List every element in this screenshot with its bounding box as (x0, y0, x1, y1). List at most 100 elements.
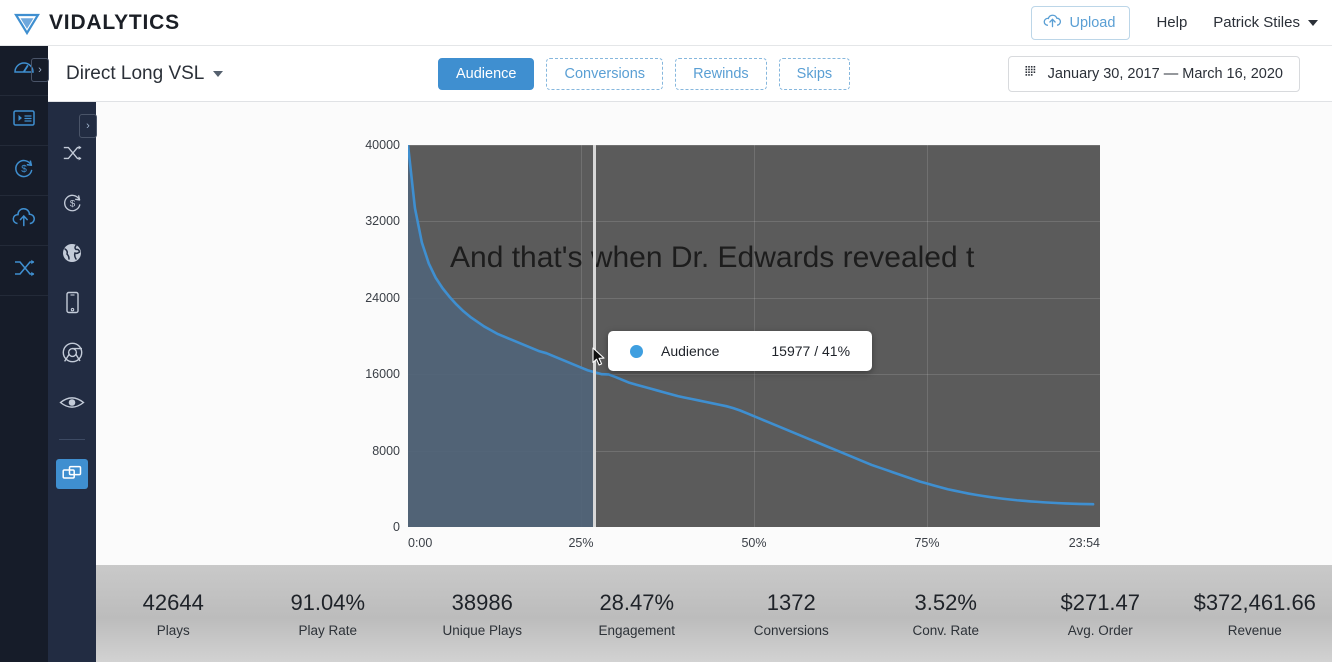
tooltip-series-value: 15977 / 41% (771, 343, 851, 359)
stat-value: 1372 (766, 589, 816, 615)
svg-text:$: $ (69, 198, 75, 209)
stat-cell: 3.52% Conv. Rate (869, 590, 1024, 638)
expand-primary-rail-button[interactable]: › (31, 58, 49, 82)
mobile-device-icon (65, 291, 80, 319)
dollar-refresh-icon: $ (61, 191, 84, 219)
x-axis-tick: 25% (568, 536, 594, 550)
y-axis-tick: 16000 (365, 367, 400, 382)
x-axis-tick: 23:54 (1068, 536, 1100, 550)
cloud-upload-icon (11, 207, 37, 234)
brand-name: VIDALYTICS (49, 10, 180, 34)
calendar-grid-icon (1025, 65, 1039, 83)
sidebar-item-revenue[interactable]: $ (0, 146, 48, 196)
metric-tabs: Audience Conversions Rewinds Skips (438, 57, 851, 90)
stat-cell: $372,461.66 Revenue (1178, 590, 1332, 638)
eye-icon (59, 394, 85, 416)
date-range-label: January 30, 2017 — March 16, 2020 (1047, 65, 1283, 82)
stat-cell: 1372 Conversions (714, 590, 869, 638)
chevron-right-icon: › (38, 64, 42, 76)
cloud-upload-icon (1043, 13, 1062, 33)
secondary-nav-rail: $ (48, 102, 96, 662)
y-axis-labels: 0 8000 16000 24000 32000 40000 (96, 102, 408, 542)
sidebar-item-revenue[interactable]: $ (48, 180, 96, 230)
browser-chrome-icon (61, 341, 84, 369)
sidebar-item-upload[interactable] (0, 196, 48, 246)
stat-label: Unique Plays (442, 622, 523, 638)
stat-label: Conv. Rate (912, 622, 980, 638)
top-bar-actions: Upload Help Patrick Stiles (1031, 5, 1318, 40)
help-link[interactable]: Help (1156, 14, 1187, 31)
stat-label: Conversions (753, 622, 829, 638)
chart-plot-area[interactable]: And that's when Dr. Edwards revealed t A… (408, 145, 1100, 527)
tooltip-series-label: Audience (661, 343, 720, 359)
tab-rewinds[interactable]: Rewinds (675, 57, 767, 90)
stat-label: Avg. Order (1067, 622, 1133, 638)
chevron-down-icon (213, 70, 224, 77)
rail-divider (59, 439, 85, 440)
dollar-refresh-icon: $ (12, 156, 36, 185)
app-root: VIDALYTICS Upload Help Patrick Stiles $ … (0, 0, 1332, 662)
stat-cell: $271.47 Avg. Order (1023, 590, 1178, 638)
tooltip-series-dot (630, 344, 643, 358)
shuffle-icon (12, 257, 36, 284)
x-axis-tick: 50% (741, 536, 767, 550)
user-menu-label: Patrick Stiles (1213, 14, 1300, 31)
sidebar-item-videos[interactable] (0, 96, 48, 146)
x-axis-labels: 0:00 25% 50% 75% 23:54 (408, 536, 1100, 562)
chart-tooltip: Audience 15977 / 41% (608, 331, 873, 371)
upload-button[interactable]: Upload (1031, 5, 1131, 40)
x-axis-tick: 75% (914, 536, 940, 550)
video-playlist-icon (12, 107, 36, 134)
x-axis-tick: 0:00 (408, 536, 433, 550)
expand-secondary-rail-button[interactable]: › (79, 114, 97, 138)
stat-cell: 28.47% Engagement (560, 590, 715, 638)
audience-retention-chart: 0 8000 16000 24000 32000 40000 And that's whe… (96, 102, 1332, 562)
y-axis-tick: 24000 (365, 290, 400, 305)
y-axis-tick: 40000 (365, 138, 400, 152)
tab-audience[interactable]: Audience (438, 57, 535, 90)
sidebar-item-compare[interactable] (48, 449, 96, 499)
globe-icon (61, 242, 83, 269)
chevron-right-icon: › (86, 120, 90, 132)
brand-logo[interactable]: VIDALYTICS (14, 10, 180, 36)
sidebar-item-split-test[interactable] (0, 246, 48, 296)
stat-value: 3.52% (914, 589, 977, 615)
y-axis-tick: 32000 (365, 214, 400, 229)
tab-conversions[interactable]: Conversions (546, 57, 664, 90)
upload-button-label: Upload (1069, 14, 1116, 31)
y-axis-tick: 8000 (372, 443, 400, 458)
stat-label: Plays (156, 622, 190, 638)
primary-nav-rail: $ (0, 46, 48, 662)
stat-label: Revenue (1227, 622, 1282, 638)
y-axis-tick: 0 (393, 520, 400, 534)
stat-label: Engagement (598, 622, 676, 638)
sidebar-item-visibility[interactable] (48, 380, 96, 430)
stat-value: 38986 (451, 589, 513, 615)
stat-cell: 38986 Unique Plays (405, 590, 560, 638)
chart-hover-cursor-line (593, 145, 597, 527)
stat-value: 28.47% (599, 589, 675, 615)
triangle-v-logo-icon (14, 10, 40, 36)
summary-stats-bar: 42644 Plays 91.04% Play Rate 38986 Unique Pla… (96, 565, 1332, 662)
stat-value: 91.04% (290, 589, 366, 615)
copy-layers-icon (56, 459, 88, 489)
stat-value: $271.47 (1060, 589, 1141, 615)
stat-label: Play Rate (298, 622, 358, 638)
stat-value: 42644 (142, 589, 204, 615)
user-menu[interactable]: Patrick Stiles (1213, 14, 1318, 31)
sidebar-item-browsers[interactable] (48, 330, 96, 380)
top-bar: VIDALYTICS Upload Help Patrick Stiles (0, 0, 1332, 46)
sidebar-item-geography[interactable] (48, 230, 96, 280)
sub-header: Direct Long VSL Audience Conversions Rew… (48, 46, 1332, 102)
sidebar-item-devices[interactable] (48, 280, 96, 330)
svg-text:$: $ (21, 164, 27, 175)
page-title: Direct Long VSL (66, 62, 205, 84)
stat-cell: 91.04% Play Rate (251, 590, 406, 638)
tab-skips[interactable]: Skips (778, 57, 851, 90)
stat-value: $372,461.66 (1193, 589, 1316, 615)
stat-cell: 42644 Plays (96, 590, 251, 638)
mouse-cursor-icon (592, 347, 606, 367)
shuffle-icon (61, 143, 83, 168)
date-range-picker[interactable]: January 30, 2017 — March 16, 2020 (1007, 55, 1300, 92)
video-title-dropdown[interactable]: Direct Long VSL (66, 62, 224, 85)
